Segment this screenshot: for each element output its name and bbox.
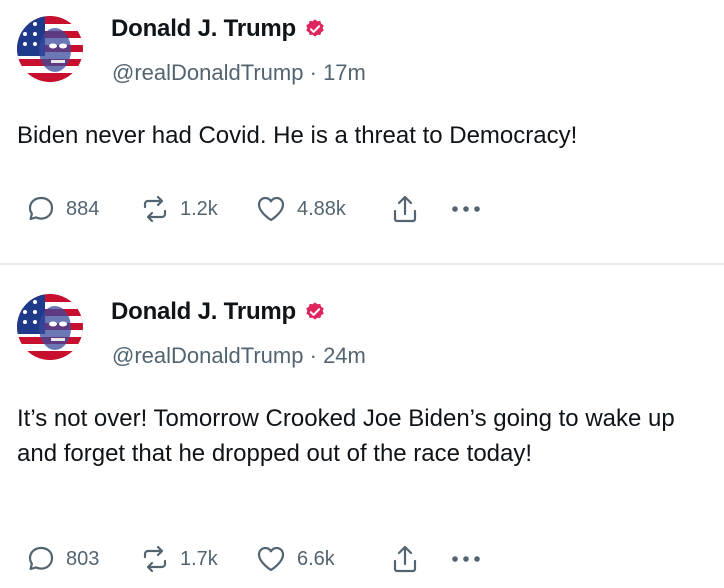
like-button[interactable]: 6.6k	[255, 544, 390, 574]
post[interactable]: Donald J. Trump @realDonaldTrump · 17m B…	[0, 0, 724, 263]
share-button[interactable]	[390, 543, 450, 575]
post-time[interactable]: 24m	[323, 343, 366, 368]
post-text: It’s not over! Tomorrow Crooked Joe Bide…	[17, 405, 675, 467]
reply-button[interactable]: 884	[26, 194, 140, 224]
verified-badge-icon	[304, 18, 326, 40]
author-name-row[interactable]: Donald J. Trump	[111, 15, 326, 43]
separator: ·	[309, 343, 317, 368]
repost-arrows-icon	[140, 544, 170, 574]
separator: ·	[309, 60, 317, 85]
repost-button[interactable]: 1.2k	[140, 194, 255, 224]
author-handle[interactable]: @realDonaldTrump	[112, 60, 303, 85]
like-button[interactable]: 4.88k	[255, 194, 390, 224]
like-count: 4.88k	[297, 197, 346, 220]
repost-button[interactable]: 1.7k	[140, 544, 255, 574]
repost-count: 1.7k	[180, 547, 218, 570]
share-upload-icon	[390, 543, 420, 575]
post-time[interactable]: 17m	[323, 60, 366, 85]
repost-count: 1.2k	[180, 197, 218, 220]
avatar[interactable]	[17, 294, 83, 360]
heart-icon	[255, 544, 287, 574]
share-upload-icon	[390, 193, 420, 225]
speech-bubble-icon	[26, 544, 56, 574]
more-options-button[interactable]	[450, 204, 490, 214]
avatar[interactable]	[17, 16, 83, 82]
author-name-row[interactable]: Donald J. Trump	[111, 298, 326, 326]
action-bar: 803 1.7k 6.6k	[26, 543, 490, 575]
ellipsis-icon	[450, 204, 482, 214]
like-count: 6.6k	[297, 547, 335, 570]
share-button[interactable]	[390, 193, 450, 225]
heart-icon	[255, 194, 287, 224]
action-bar: 884 1.2k 4.88k	[26, 193, 490, 225]
post-text: Biden never had Covid. He is a threat to…	[17, 122, 578, 149]
ellipsis-icon	[450, 554, 482, 564]
repost-arrows-icon	[140, 194, 170, 224]
handle-row: @realDonaldTrump · 24m	[112, 343, 366, 369]
more-options-button[interactable]	[450, 554, 490, 564]
reply-count: 884	[66, 197, 100, 220]
verified-badge-icon	[304, 301, 326, 323]
speech-bubble-icon	[26, 194, 56, 224]
author-name[interactable]: Donald J. Trump	[111, 15, 296, 43]
handle-row: @realDonaldTrump · 17m	[112, 60, 366, 86]
author-handle[interactable]: @realDonaldTrump	[112, 343, 303, 368]
reply-button[interactable]: 803	[26, 544, 140, 574]
post[interactable]: Donald J. Trump @realDonaldTrump · 24m I…	[0, 265, 724, 588]
reply-count: 803	[66, 547, 100, 570]
author-name[interactable]: Donald J. Trump	[111, 298, 296, 326]
